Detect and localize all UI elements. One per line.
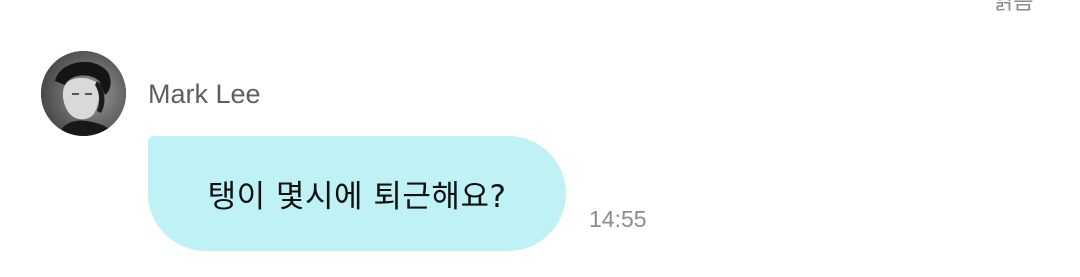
sender-name[interactable]: Mark Lee [148, 78, 261, 110]
avatar-photo-icon [41, 51, 126, 136]
message-text: 탱이 몇시에 퇴근해요? [207, 179, 507, 215]
sender-avatar[interactable] [41, 51, 126, 136]
message-bubble[interactable]: 탱이 몇시에 퇴근해요? [148, 136, 566, 251]
message-timestamp: 14:55 [589, 206, 647, 232]
read-status-label: 읽음 [993, 0, 1034, 15]
